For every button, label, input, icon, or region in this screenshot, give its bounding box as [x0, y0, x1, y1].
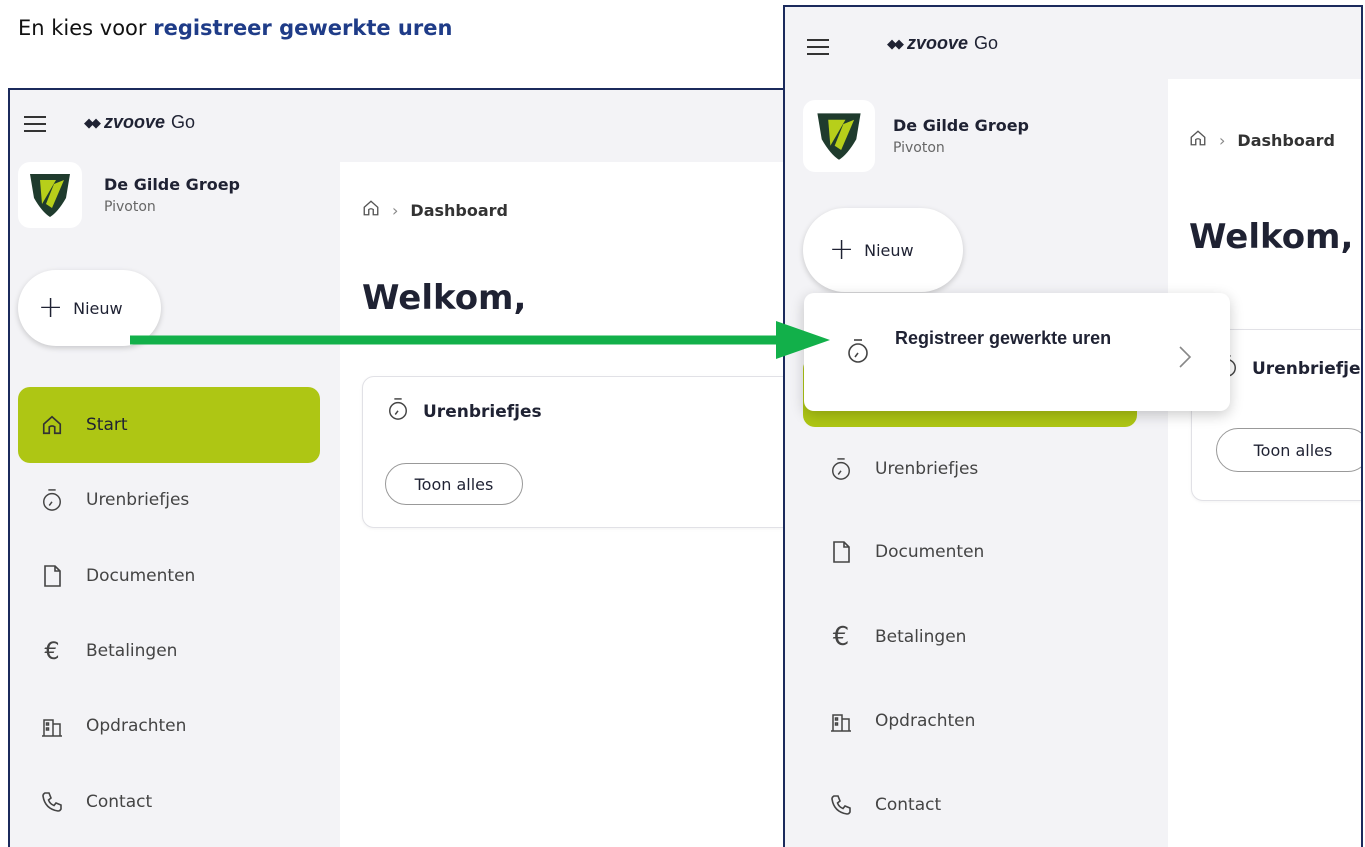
- sidebar-item-opdrachten[interactable]: Opdrachten: [803, 691, 1137, 751]
- sidebar-item-urenbriefjes[interactable]: Urenbriefjes: [18, 472, 320, 528]
- building-icon: [827, 707, 855, 735]
- plus-icon: +: [38, 290, 64, 325]
- sidebar-item-label: Opdrachten: [875, 711, 976, 731]
- caption-highlight: registreer gewerkte uren: [153, 16, 453, 40]
- caption-prefix: En kies voor: [18, 16, 154, 40]
- org-switcher[interactable]: De Gilde Groep Pivoton: [803, 100, 1029, 172]
- sidebar-item-label: Start: [86, 415, 128, 435]
- sidebar-item-label: Betalingen: [86, 641, 178, 661]
- chevron-right-icon: ›: [392, 200, 399, 220]
- page-title: Welkom,: [362, 278, 527, 318]
- show-all-button[interactable]: Toon alles: [1216, 428, 1361, 472]
- org-switcher[interactable]: De Gilde Groep Pivoton: [18, 162, 240, 228]
- sidebar-item-documenten[interactable]: Documenten: [18, 548, 320, 604]
- stopwatch-icon: [38, 486, 66, 514]
- card-title: Urenbriefjes: [387, 397, 542, 426]
- euro-icon: €: [44, 637, 60, 665]
- sidebar-item-contact[interactable]: Contact: [18, 774, 320, 830]
- new-button[interactable]: + Nieuw: [18, 270, 161, 346]
- page-title: Welkom,: [1189, 217, 1354, 257]
- sidebar-item-label: Documenten: [875, 542, 985, 562]
- brand-name: zvoove: [104, 112, 166, 132]
- shield-logo-icon: [803, 100, 875, 172]
- sidebar-item-label: Urenbriefjes: [86, 490, 190, 510]
- breadcrumb: › Dashboard: [1189, 129, 1335, 151]
- breadcrumb-current: Dashboard: [1237, 130, 1335, 150]
- home-icon[interactable]: [362, 199, 380, 221]
- breadcrumb: › Dashboard: [362, 199, 508, 221]
- urenbriefjes-card: Urenbriefjes Toon alles: [362, 376, 786, 528]
- zvoove-logo-icon: ◆◆: [84, 114, 101, 130]
- new-button-label: Nieuw: [73, 298, 123, 318]
- sidebar-item-opdrachten[interactable]: Opdrachten: [18, 698, 320, 754]
- building-icon: [38, 712, 66, 740]
- instruction-caption: En kies voor registreer gewerkte uren: [18, 16, 452, 40]
- sidebar-item-label: Opdrachten: [86, 716, 187, 736]
- phone-icon: [38, 788, 66, 816]
- app-logo: ◆◆ zvoove Go: [84, 112, 195, 133]
- euro-icon: €: [832, 622, 850, 652]
- org-sub: Pivoton: [893, 140, 945, 156]
- stopwatch-icon: [846, 338, 870, 368]
- register-hours-item[interactable]: Registreer gewerkte uren: [895, 321, 1135, 355]
- left-screenshot: ◆◆ zvoove Go De Gilde Groep Pivoton + Ni…: [8, 88, 786, 847]
- sidebar-item-label: Urenbriefjes: [875, 459, 979, 479]
- product-name: Go: [974, 33, 999, 53]
- sidebar-item-label: Betalingen: [875, 627, 967, 647]
- menu-icon[interactable]: [807, 39, 829, 55]
- right-screenshot: ◆◆ zvoove Go De Gilde Groep Pivoton + Ni…: [783, 5, 1363, 847]
- phone-icon: [827, 791, 855, 819]
- home-icon[interactable]: [1189, 129, 1207, 151]
- sidebar-item-label: Contact: [86, 792, 153, 812]
- new-dropdown-menu: Registreer gewerkte uren: [804, 293, 1230, 411]
- sidebar-item-urenbriefjes[interactable]: Urenbriefjes: [803, 439, 1137, 499]
- card-title-label: Urenbriefjes: [1252, 358, 1363, 379]
- chevron-right-icon: [1178, 345, 1192, 373]
- brand-name: zvoove: [907, 33, 969, 53]
- new-button[interactable]: + Nieuw: [803, 208, 963, 292]
- org-name: De Gilde Groep: [104, 175, 240, 194]
- new-button-label: Nieuw: [864, 240, 914, 260]
- sidebar-item-betalingen[interactable]: € Betalingen: [803, 607, 1137, 667]
- stopwatch-icon: [387, 397, 409, 426]
- menu-icon[interactable]: [24, 116, 46, 132]
- sidebar-item-betalingen[interactable]: € Betalingen: [18, 623, 320, 679]
- document-icon: [38, 562, 66, 590]
- plus-icon: +: [829, 232, 855, 267]
- zvoove-logo-icon: ◆◆: [887, 35, 904, 51]
- chevron-right-icon: ›: [1219, 130, 1226, 150]
- sidebar-item-contact[interactable]: Contact: [803, 775, 1137, 835]
- org-sub: Pivoton: [104, 199, 156, 215]
- show-all-button[interactable]: Toon alles: [385, 463, 523, 505]
- breadcrumb-current: Dashboard: [410, 200, 508, 220]
- sidebar-item-label: Documenten: [86, 566, 196, 586]
- sidebar-item-label: Contact: [875, 795, 942, 815]
- stopwatch-icon: [827, 455, 855, 483]
- org-name: De Gilde Groep: [893, 116, 1029, 135]
- sidebar-item-documenten[interactable]: Documenten: [803, 522, 1137, 582]
- product-name: Go: [171, 112, 196, 132]
- document-icon: [827, 538, 855, 566]
- home-icon: [38, 411, 66, 439]
- card-title-label: Urenbriefjes: [423, 401, 542, 422]
- shield-logo-icon: [18, 162, 82, 228]
- app-logo: ◆◆ zvoove Go: [887, 33, 998, 54]
- card-title: Urenbriefjes: [1216, 354, 1363, 383]
- sidebar-item-start[interactable]: Start: [18, 387, 320, 463]
